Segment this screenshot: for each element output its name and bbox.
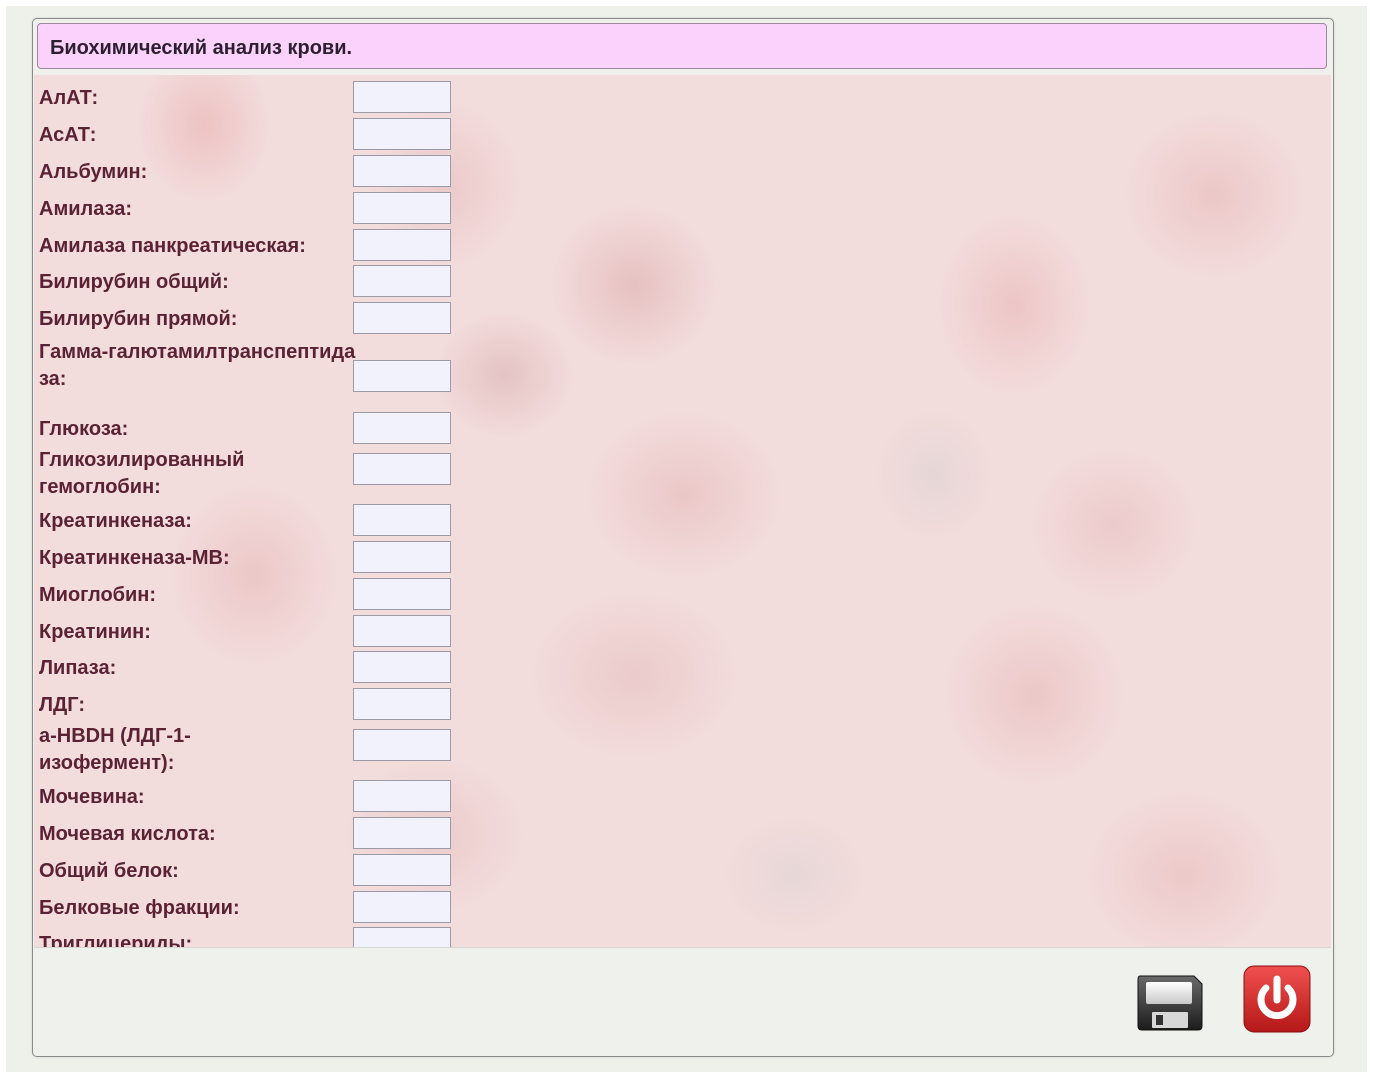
creatinine-input[interactable] [353,615,451,647]
ggt-input[interactable] [353,360,451,392]
hbdh-input[interactable] [353,729,451,761]
field-label: АсАТ: [39,124,97,146]
pancreatic-amylase-input[interactable] [353,229,451,261]
glycated-hemoglobin-input[interactable] [353,453,451,485]
lipase-input[interactable] [353,651,451,683]
field-label: Креатинкеназа: [39,510,192,532]
exit-button[interactable] [1242,964,1312,1034]
protein-fractions-input[interactable] [353,891,451,923]
power-icon [1243,965,1311,1033]
uric-acid-input[interactable] [353,817,451,849]
field-label: Миоглобин: [39,584,157,606]
triglycerides-input[interactable] [353,927,451,947]
field-label: Амилаза: [39,198,133,220]
urea-input[interactable] [353,780,451,812]
field-label: a-HBDH (ЛДГ-1-изофермент): [39,725,191,774]
creatine-kinase-mb-input[interactable] [353,541,451,573]
field-label: Липаза: [39,657,117,679]
field-label: Глюкоза: [39,418,129,440]
field-label: АлАТ: [39,87,99,109]
field-label: Мочевая кислота: [39,823,216,845]
field-label: Креатинкеназа-MB: [39,547,230,569]
field-label: Креатинин: [39,621,151,643]
blood-analysis-dialog: Биохимический анализ крови. АлАТ: АсАТ: … [32,18,1334,1057]
bilirubin-total-input[interactable] [353,265,451,297]
glucose-input[interactable] [353,412,451,444]
field-label: Гамма-галютамилтранспептидаза: [39,341,356,390]
field-label: ЛДГ: [39,694,86,716]
creatine-kinase-input[interactable] [353,504,451,536]
field-label: Белковые фракции: [39,897,240,919]
field-label: Билирубин прямой: [39,308,238,330]
floppy-disk-icon [1137,975,1203,1031]
field-label: Гликозилированный гемоглобин: [39,449,245,498]
total-protein-input[interactable] [353,854,451,886]
field-label: Общий белок: [39,860,179,882]
ldh-input[interactable] [353,688,451,720]
bilirubin-direct-input[interactable] [353,302,451,334]
alat-input[interactable] [353,81,451,113]
field-label: Альбумин: [39,161,148,183]
dialog-title: Биохимический анализ крови. [50,37,353,59]
save-button[interactable] [1134,968,1206,1034]
dialog-footer [34,947,1331,1056]
form-area: АлАТ: АсАТ: Альбумин: Амилаза: Амилаза п… [34,75,1331,947]
field-label: Триглицериды: [39,933,193,947]
dialog-title-bar: Биохимический анализ крови. [37,23,1327,69]
field-label: Мочевина: [39,786,145,808]
field-label: Амилаза панкреатическая: [39,235,306,257]
asat-input[interactable] [353,118,451,150]
albumin-input[interactable] [353,155,451,187]
amylase-input[interactable] [353,192,451,224]
field-label: Билирубин общий: [39,271,229,293]
myoglobin-input[interactable] [353,578,451,610]
